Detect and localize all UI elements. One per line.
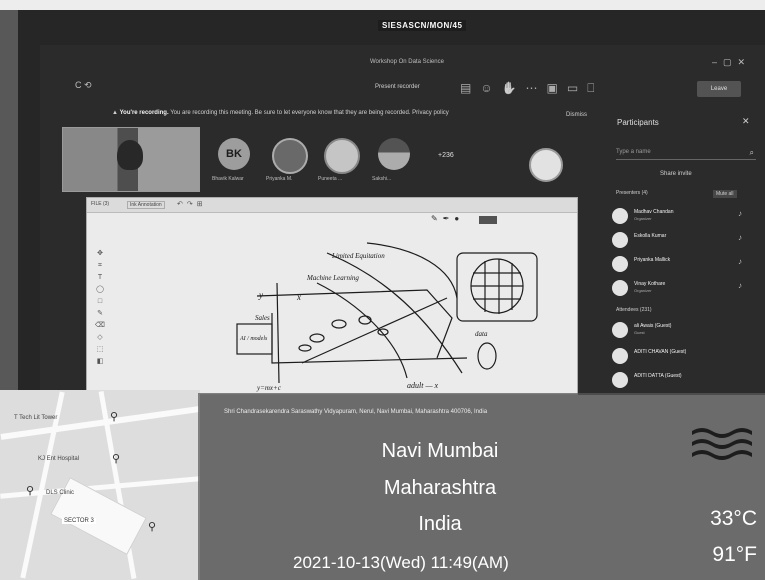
map-pin-icon[interactable]: ⚲ — [112, 452, 120, 465]
mic-icon: ♪ — [738, 233, 742, 242]
logo-icon — [529, 148, 563, 182]
note-x-axis: x — [296, 292, 301, 302]
avatar — [612, 256, 628, 272]
recording-banner-title: You're recording. — [119, 110, 169, 116]
recording-banner: ▲ You're recording. You are recording th… — [112, 110, 449, 116]
window-title-bar: Workshop On Data Science –▢✕ C ⟲ — [40, 50, 765, 90]
map-view[interactable]: ⚲ T Tech Lit Tower ⚲ KJ Ent Hospital ⚲ D… — [0, 390, 200, 580]
participant-row[interactable]: ADITI CHAVAN (Guest) — [612, 346, 762, 366]
map-label: KJ Ent Hospital — [38, 456, 80, 462]
more-participants-count[interactable]: +236 — [438, 152, 454, 159]
state-label: Maharashtra — [383, 477, 497, 499]
note-data: data — [475, 330, 488, 338]
map-road — [0, 406, 200, 440]
avatar — [612, 348, 628, 364]
whiteboard-layer-select[interactable]: Ink Annotation — [127, 201, 165, 209]
dismiss-button[interactable]: Dismiss — [566, 112, 587, 118]
participant-search-input[interactable]: Type a name ⌕ — [616, 146, 756, 160]
attendees-header[interactable]: Attendees (231) — [616, 307, 652, 313]
map-label: SECTOR 3 — [62, 518, 96, 524]
video-person — [117, 140, 143, 170]
mic-icon: ♪ — [738, 209, 742, 218]
map-label: DLS Clinic — [46, 490, 75, 496]
warning-icon: ▲ — [112, 110, 118, 116]
shared-whiteboard[interactable]: FILE (3) Ink Annotation ↶↷⊞ ✎✒● ✥ ⌗ T ◯ □ ✎ ⌫ ◇… — [86, 197, 578, 395]
avatar — [612, 322, 628, 338]
pen-tools[interactable]: ✎✒● — [431, 214, 464, 223]
participant-row[interactable]: Eskolla Kumar ♪ — [612, 230, 762, 250]
toolbar-icons[interactable]: ▤☺✋⋯▣▭⎕ — [460, 81, 603, 96]
participant-name: Eskolla Kumar — [634, 233, 667, 239]
meeting-toolbar: Present recorder ▤☺✋⋯▣▭⎕ Leave — [40, 78, 765, 102]
close-icon[interactable]: ✕ — [742, 116, 750, 127]
window-title: Workshop On Data Science — [370, 59, 444, 65]
temperature-fahrenheit: 91°F — [712, 543, 757, 566]
whiteboard-tools[interactable]: ↶↷⊞ — [177, 200, 207, 208]
participant-row[interactable]: Madhav Chandan Organizer ♪ — [612, 206, 762, 226]
participant-role: Organizer — [634, 288, 652, 293]
wind-icon — [692, 428, 752, 460]
participant-role: Guest — [634, 330, 645, 335]
map-pin-icon[interactable]: ⚲ — [148, 520, 156, 533]
mute-all-button[interactable]: Mute all — [713, 190, 737, 198]
window-controls[interactable]: –▢✕ — [712, 57, 751, 68]
timestamp: 2021-10-13(Wed) 11:49(AM) — [293, 553, 509, 572]
participant-name: Priyanka Mallick — [634, 257, 671, 263]
avatar[interactable] — [378, 138, 410, 170]
participant-row[interactable]: ADITI DATTA (Guest) — [612, 370, 762, 390]
avatar — [612, 280, 628, 296]
avatar — [612, 372, 628, 388]
recording-banner-text: You are recording this meeting. Be sure … — [170, 110, 449, 116]
whiteboard-file-menu[interactable]: FILE (3) — [91, 201, 109, 207]
participants-panel-title: Participants — [617, 118, 659, 127]
participant-name: ADITI DATTA (Guest) — [634, 373, 682, 379]
participant-row[interactable]: Priyanka Mallick ♪ — [612, 254, 762, 274]
video-thumbnail[interactable] — [62, 127, 200, 192]
participant-name: ali Awais (Guest) — [634, 323, 672, 329]
avatar-initials: BK — [226, 148, 242, 160]
avatar[interactable] — [272, 138, 308, 174]
avatar — [612, 208, 628, 224]
map-label: T Tech Lit Tower — [14, 415, 58, 421]
note-y-axis: y — [258, 290, 263, 300]
map-pin-icon[interactable]: ⚲ — [110, 410, 118, 423]
note-bottom-right: adult — x — [407, 381, 439, 390]
country-label: India — [418, 513, 462, 535]
note-bottom-left: y=mx+c — [256, 384, 282, 392]
page-indicator — [479, 216, 497, 224]
note-label1: Limited Equitation — [331, 252, 385, 260]
participant-row[interactable]: Vinay Kothare Organizer ♪ — [612, 278, 762, 298]
presenters-header[interactable]: Presenters (4) — [616, 190, 648, 196]
toolbar-status: Present recorder — [375, 84, 420, 90]
note-boxed: AI / models — [239, 336, 268, 342]
mic-icon: ♪ — [738, 281, 742, 290]
avatar-name: Priyanka M. — [266, 176, 293, 182]
avatar-name: Bhavik Kalwar — [212, 176, 244, 182]
avatar[interactable]: BK — [218, 138, 250, 170]
note-label2: Machine Learning — [306, 274, 359, 282]
avatar — [612, 232, 628, 248]
address-caption: Shri Chandrasekarendra Saraswathy Vidyap… — [224, 409, 488, 415]
leave-button[interactable]: Leave — [697, 81, 741, 97]
temperature-celsius: 33°C — [710, 507, 757, 530]
participant-name: Vinay Kothare — [634, 281, 666, 287]
share-invite-button[interactable]: Share invite — [660, 171, 692, 177]
avatar-name: Puneeta ... — [318, 176, 343, 182]
search-icon: ⌕ — [749, 148, 754, 157]
whiteboard-toolbar: FILE (3) Ink Annotation ↶↷⊞ — [87, 198, 577, 213]
note-sales: Sales — [255, 314, 270, 322]
participant-role: Organizer — [634, 216, 652, 221]
whiteboard-drawing: Limited Equitation Machine Learning y Sa… — [236, 242, 538, 392]
participant-name: Madhav Chandan — [634, 209, 674, 215]
avatar-name: Sakshi... — [372, 176, 392, 182]
left-edge — [0, 10, 18, 390]
participant-row[interactable]: ali Awais (Guest) Guest — [612, 320, 762, 340]
avatar[interactable] — [324, 138, 360, 174]
search-placeholder: Type a name — [616, 149, 651, 155]
mic-icon: ♪ — [738, 257, 742, 266]
participant-name: ADITI CHAVAN (Guest) — [634, 349, 687, 355]
city-label: Navi Mumbai — [381, 440, 499, 462]
map-pin-icon[interactable]: ⚲ — [26, 484, 34, 497]
meeting-id-label: SIESASCN/MON/45 — [378, 20, 467, 31]
